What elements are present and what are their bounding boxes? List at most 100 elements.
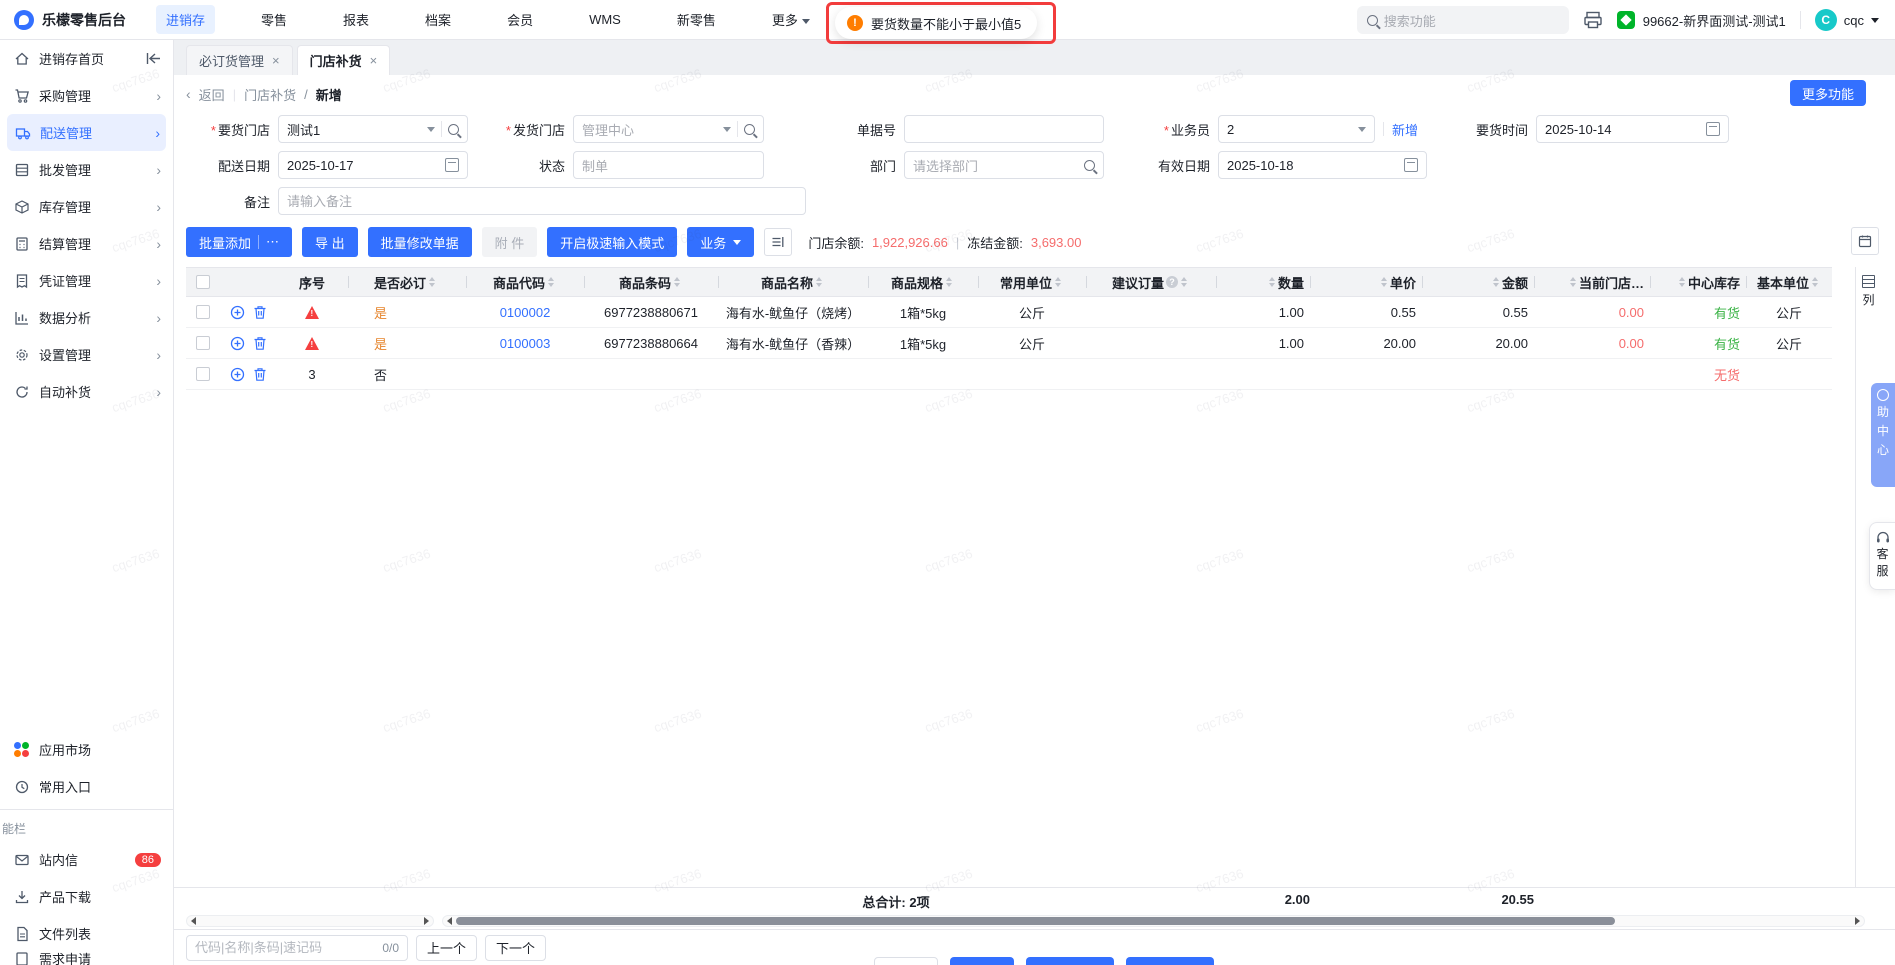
sidebar-item-voucher[interactable]: 凭证管理 › — [0, 262, 173, 299]
sort-icon[interactable] — [816, 277, 822, 287]
sidebar-item-cutoff[interactable]: 需求申请 — [0, 952, 173, 965]
sort-icon[interactable] — [1181, 277, 1187, 287]
search-icon[interactable] — [1084, 159, 1095, 171]
user-menu[interactable]: C cqc — [1814, 9, 1879, 31]
scroll-left-icon[interactable] — [447, 917, 452, 925]
close-icon[interactable]: × — [272, 53, 280, 68]
sidebar-item-file-list[interactable]: 文件列表 — [0, 915, 173, 952]
sidebar-item-product-download[interactable]: 产品下载 — [0, 878, 173, 915]
clerk-select[interactable]: 2 — [1218, 115, 1375, 143]
sort-icon[interactable] — [429, 277, 436, 287]
sidebar-item-messages[interactable]: 站内信 86 — [0, 841, 173, 878]
cell-qty[interactable]: 1.00 — [1216, 297, 1310, 327]
search-icon[interactable] — [744, 123, 755, 135]
printer-icon[interactable] — [1583, 10, 1603, 30]
tab-must-order[interactable]: 必订货管理 × — [186, 45, 293, 75]
display-settings-button[interactable] — [764, 228, 793, 256]
cell-price[interactable]: 20.00 — [1310, 328, 1422, 358]
next-button[interactable]: 下一个 — [485, 934, 547, 961]
product-code-link[interactable]: 0100003 — [500, 336, 551, 351]
select-all-checkbox[interactable] — [186, 268, 220, 296]
col-required[interactable]: 是否必订 — [348, 268, 466, 296]
col-spec[interactable]: 商品规格 — [868, 268, 978, 296]
sort-icon[interactable] — [1055, 277, 1061, 287]
sort-icon[interactable] — [1268, 277, 1275, 287]
sort-icon[interactable] — [1380, 277, 1387, 287]
nav-item-more[interactable]: 更多 — [762, 5, 820, 34]
sort-icon[interactable] — [674, 277, 680, 287]
valid-date-datepicker[interactable]: 2025-10-18 — [1218, 151, 1427, 179]
cell-price[interactable]: 0.55 — [1310, 297, 1422, 327]
col-suggest[interactable]: 建议订量 — [1086, 268, 1216, 296]
sort-icon[interactable] — [1492, 277, 1499, 287]
quick-search-input[interactable]: 0/0 — [186, 934, 408, 961]
sender-store-select[interactable]: 管理中心 — [573, 115, 764, 143]
main-scrollbar[interactable] — [442, 915, 1865, 927]
batch-add-button[interactable]: 批量添加 ⋯ — [186, 227, 293, 257]
scrollbar-thumb[interactable] — [456, 917, 1615, 925]
sidebar-item-purchase[interactable]: 采购管理 › — [0, 77, 173, 114]
nav-item-member[interactable]: 会员 — [497, 5, 543, 34]
scroll-right-icon[interactable] — [424, 917, 429, 925]
info-icon[interactable] — [1166, 276, 1178, 288]
delete-row-icon[interactable] — [253, 367, 267, 382]
nav-item-report[interactable]: 报表 — [333, 5, 379, 34]
sidebar-item-settings[interactable]: 设置管理 › — [0, 336, 173, 373]
search-icon[interactable] — [448, 123, 459, 135]
request-time-datepicker[interactable]: 2025-10-14 — [1536, 115, 1730, 143]
col-barcode[interactable]: 商品条码 — [584, 268, 718, 296]
add-clerk-link[interactable]: 新增 — [1392, 120, 1418, 139]
back-link[interactable]: 返回 — [199, 85, 225, 104]
export-button[interactable]: 导 出 — [302, 227, 358, 257]
row-checkbox[interactable] — [196, 336, 210, 350]
sidebar-item-auto-replenish[interactable]: 自动补货 › — [0, 373, 173, 410]
help-center-tab[interactable]: 助 中 心 — [1871, 383, 1895, 487]
speed-input-button[interactable]: 开启极速输入模式 — [547, 227, 678, 257]
request-store-select[interactable]: 测试1 — [278, 115, 468, 143]
add-row-icon[interactable] — [230, 336, 245, 351]
sidebar-item-analytics[interactable]: 数据分析 › — [0, 299, 173, 336]
col-center-stock[interactable]: 中心库存 — [1650, 268, 1746, 296]
tab-store-replenish[interactable]: 门店补货 × — [296, 45, 391, 75]
col-base-unit[interactable]: 基本单位 — [1746, 268, 1832, 296]
sort-icon[interactable] — [1569, 277, 1576, 287]
col-store-stock[interactable]: 当前门店… — [1534, 268, 1650, 296]
add-row-icon[interactable] — [230, 305, 245, 320]
sidebar-item-stock[interactable]: 库存管理 › — [0, 188, 173, 225]
cutoff-button[interactable] — [874, 957, 938, 965]
nav-item-archive[interactable]: 档案 — [415, 5, 461, 34]
more-options-icon[interactable]: ⋯ — [266, 234, 279, 250]
sidebar-item-quick-entry[interactable]: 常用入口 — [0, 768, 173, 805]
cutoff-button[interactable] — [950, 957, 1014, 965]
col-price[interactable]: 单价 — [1310, 268, 1422, 296]
col-unit[interactable]: 常用单位 — [978, 268, 1086, 296]
add-row-icon[interactable] — [230, 367, 245, 382]
cutoff-button[interactable] — [1126, 957, 1214, 965]
col-code[interactable]: 商品代码 — [466, 268, 584, 296]
sidebar-item-settlement[interactable]: 结算管理 › — [0, 225, 173, 262]
global-search-input[interactable]: 搜索功能 — [1356, 6, 1569, 34]
business-dropdown-button[interactable]: 业务 — [687, 227, 755, 257]
bill-no-input[interactable] — [904, 115, 1104, 143]
cell-qty[interactable]: 1.00 — [1216, 328, 1310, 358]
col-name[interactable]: 商品名称 — [718, 268, 868, 296]
batch-edit-button[interactable]: 批量修改单据 — [367, 227, 472, 257]
delivery-date-datepicker[interactable]: 2025-10-17 — [278, 151, 468, 179]
sort-icon[interactable] — [1812, 277, 1818, 287]
remark-input[interactable] — [278, 187, 806, 215]
collapse-sidebar-icon[interactable] — [146, 52, 161, 65]
cutoff-button[interactable] — [1026, 957, 1114, 965]
row-checkbox[interactable] — [196, 305, 210, 319]
close-icon[interactable]: × — [370, 53, 378, 68]
more-functions-button[interactable]: 更多功能 — [1789, 80, 1866, 106]
sort-icon[interactable] — [946, 277, 952, 287]
left-scrollbar[interactable] — [186, 915, 434, 927]
sidebar-item-distribution[interactable]: 配送管理 › — [7, 114, 166, 151]
customer-service-tab[interactable]: 客 服 — [1869, 522, 1895, 590]
delete-row-icon[interactable] — [253, 305, 267, 320]
sort-icon[interactable] — [548, 277, 554, 287]
scroll-left-icon[interactable] — [191, 917, 196, 925]
nav-item-new-retail[interactable]: 新零售 — [667, 5, 726, 34]
sidebar-item-wholesale[interactable]: 批发管理 › — [0, 151, 173, 188]
scroll-right-icon[interactable] — [1855, 917, 1860, 925]
